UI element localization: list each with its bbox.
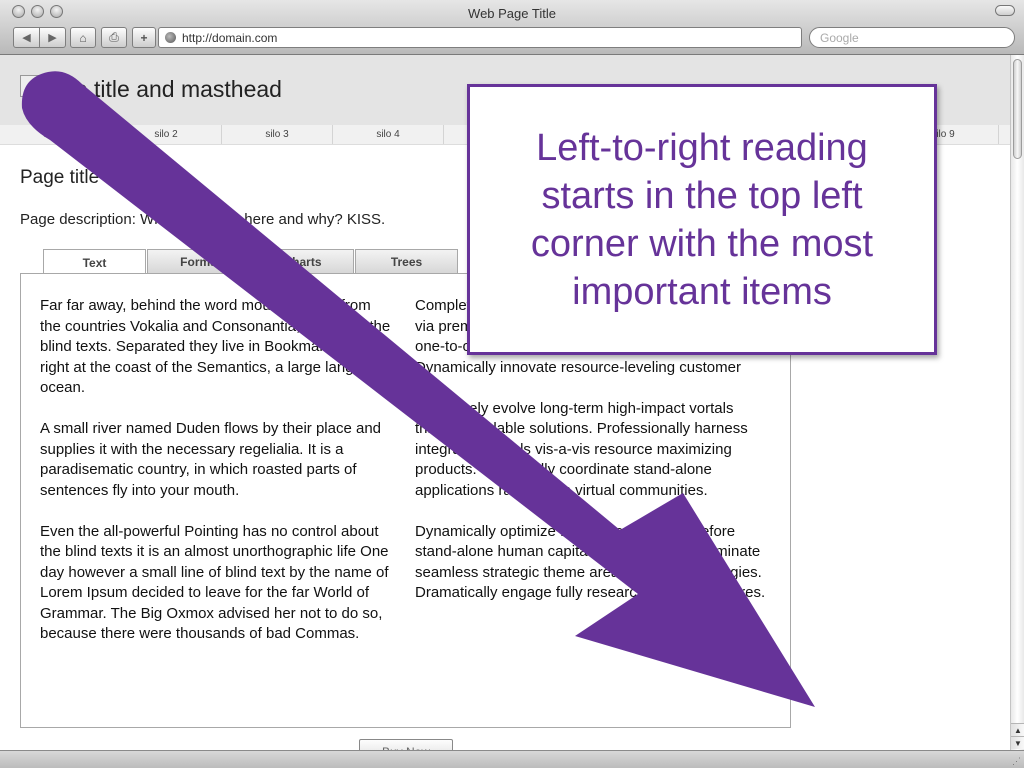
annotation-callout: Left-to-right reading starts in the top … xyxy=(467,84,937,355)
url-text: http://domain.com xyxy=(182,30,278,45)
silo-link[interactable]: silo 2 xyxy=(111,125,222,144)
address-bar[interactable]: http://domain.com xyxy=(158,27,802,48)
resize-grip-icon[interactable]: ⋰ xyxy=(1012,756,1022,766)
silo-link[interactable]: silo 1 xyxy=(0,125,111,144)
paragraph: Objectively evolve long-term high-impact… xyxy=(415,399,748,499)
add-bookmark-button[interactable]: + xyxy=(132,27,156,48)
home-icon: ⌂ xyxy=(79,30,87,45)
search-placeholder: Google xyxy=(820,30,859,45)
tab-charts[interactable]: Charts xyxy=(251,249,354,274)
vertical-scrollbar[interactable]: ▲ ▼ xyxy=(1010,55,1024,750)
silo-link[interactable]: silo 3 xyxy=(222,125,333,144)
print-button[interactable]: ⎙ xyxy=(101,27,127,48)
paragraph: Even the all-powerful Pointing has no co… xyxy=(40,522,389,643)
paragraph: A small river named Duden flows by their… xyxy=(40,420,382,499)
page-description: Page description: What do we do here and… xyxy=(20,211,386,228)
window-title: Web Page Title xyxy=(468,6,556,21)
tab-text[interactable]: Text xyxy=(43,249,146,275)
scroll-down-arrow[interactable]: ▼ xyxy=(1011,736,1024,749)
paragraph: Dynamically optimize fully tested benefi… xyxy=(415,522,766,602)
silo-link[interactable]: silo 4 xyxy=(333,125,444,144)
tab-trees[interactable]: Trees xyxy=(355,249,458,274)
tab-forms[interactable]: Forms xyxy=(147,249,250,274)
plus-icon: + xyxy=(140,30,148,45)
text-column-left: Far far away, behind the word mountains,… xyxy=(40,296,395,665)
scrollbar-thumb[interactable] xyxy=(1013,59,1022,159)
printer-icon: ⎙ xyxy=(109,30,119,44)
callout-text: Left-to-right reading starts in the top … xyxy=(530,126,874,313)
search-field[interactable]: Google xyxy=(809,27,1015,48)
browser-toolbar: Web Page Title ◀ ▶ ⌂ ⎙ + http://domain.c… xyxy=(0,0,1024,55)
toolbar-toggle-button[interactable] xyxy=(995,5,1015,16)
forward-button[interactable]: ▶ xyxy=(39,28,65,47)
buy-now-button[interactable]: Buy Now xyxy=(359,739,453,750)
paragraph: Far far away, behind the word mountains,… xyxy=(40,297,391,396)
back-button[interactable]: ◀ xyxy=(14,28,39,47)
scroll-up-arrow[interactable]: ▲ xyxy=(1011,723,1024,736)
site-title: Site title and masthead xyxy=(48,76,282,102)
globe-icon xyxy=(165,32,176,43)
nav-buttons: ◀ ▶ xyxy=(13,27,66,48)
page-title: Page title xyxy=(20,167,100,188)
status-bar: ⋰ xyxy=(0,750,1024,768)
tab-bar: Text Forms Charts Trees xyxy=(43,249,459,275)
logo-placeholder[interactable] xyxy=(20,75,42,97)
home-button[interactable]: ⌂ xyxy=(70,27,96,48)
